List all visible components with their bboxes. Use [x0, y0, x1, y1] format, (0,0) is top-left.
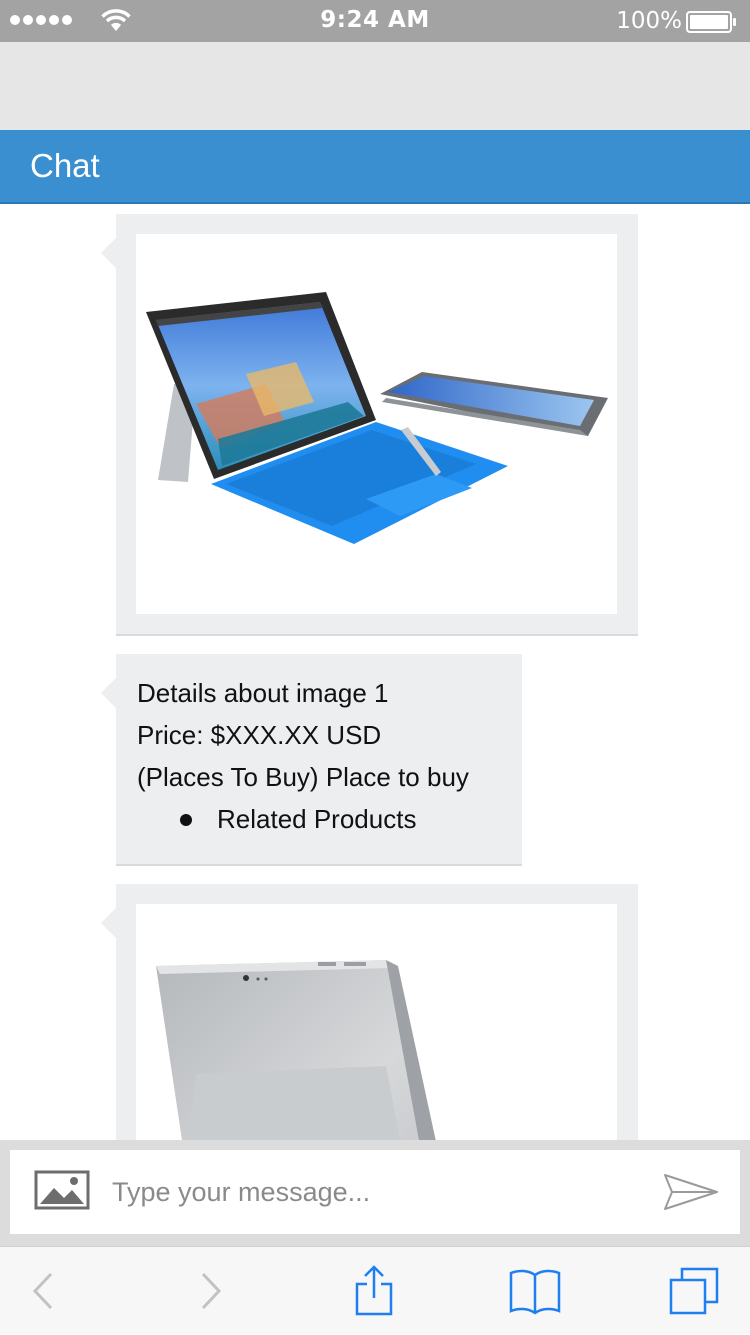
- tabs-button[interactable]: [664, 1247, 724, 1335]
- tabs-icon: [669, 1267, 719, 1315]
- message-input[interactable]: [110, 1168, 634, 1216]
- places-to-buy-link[interactable]: (Places To Buy) Place to buy: [137, 756, 469, 798]
- bubble-tail: [101, 908, 116, 938]
- chat-header: Chat: [0, 130, 750, 204]
- back-icon: [32, 1272, 53, 1310]
- battery-icon: [686, 11, 736, 33]
- forward-button[interactable]: [186, 1247, 236, 1335]
- image-upload-icon[interactable]: [34, 1170, 90, 1210]
- bubble-tail: [101, 678, 116, 708]
- price-line: Price: $XXX.XX USD: [137, 720, 382, 750]
- share-button[interactable]: [346, 1247, 402, 1335]
- message-text: Details about image 1 Price: $XXX.XX USD…: [137, 672, 469, 840]
- send-icon[interactable]: [662, 1172, 720, 1212]
- bubble-tail: [101, 238, 116, 268]
- bullet-icon: [180, 814, 192, 826]
- message-composer: [0, 1140, 750, 1246]
- chat-title: Chat: [30, 147, 100, 184]
- product-image-2[interactable]: [136, 904, 617, 1140]
- browser-address-area: [0, 42, 750, 130]
- bookmarks-icon: [509, 1269, 561, 1315]
- browser-toolbar: [0, 1246, 750, 1334]
- bookmarks-button[interactable]: [504, 1247, 566, 1335]
- composer-box: [10, 1150, 740, 1234]
- details-title: Details about image 1: [137, 678, 389, 708]
- text-message-details[interactable]: Details about image 1 Price: $XXX.XX USD…: [101, 654, 522, 866]
- battery-percentage: 100%: [616, 8, 682, 34]
- image-message-1[interactable]: [101, 214, 638, 636]
- product-image-1[interactable]: [136, 234, 617, 614]
- forward-icon: [201, 1272, 222, 1310]
- related-products-item[interactable]: Related Products: [137, 798, 469, 840]
- image-message-2[interactable]: [101, 884, 638, 1140]
- status-bar: 9:24 AM 100%: [0, 0, 750, 42]
- share-icon: [355, 1265, 393, 1316]
- related-products-label: Related Products: [217, 804, 417, 834]
- back-button[interactable]: [18, 1247, 68, 1335]
- message-list[interactable]: Details about image 1 Price: $XXX.XX USD…: [0, 204, 750, 1140]
